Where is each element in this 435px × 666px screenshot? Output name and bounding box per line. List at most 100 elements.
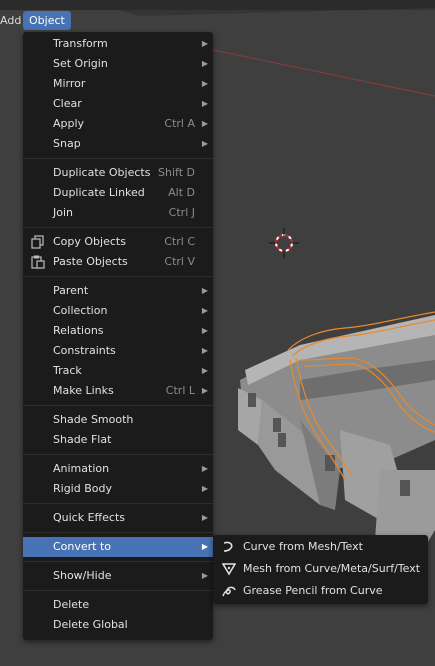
submenu-arrow-icon: ▶ <box>201 99 208 108</box>
menu-item-label: Snap <box>53 137 81 150</box>
3d-cursor-icon <box>269 228 299 258</box>
submenu-arrow-icon: ▶ <box>201 542 208 551</box>
menu-item-label: Quick Effects <box>53 511 125 524</box>
menu-item-label: Mirror <box>53 77 86 90</box>
menu-item-label: Relations <box>53 324 104 337</box>
curve-icon <box>222 540 236 554</box>
mesh-triangle-icon <box>221 562 237 576</box>
menu-item-label: Shade Flat <box>53 433 112 446</box>
submenu-arrow-icon: ▶ <box>201 59 208 68</box>
menu-item-shortcut: Shift D <box>158 166 195 179</box>
menu-item-label: Track <box>53 364 82 377</box>
menu-item-shortcut: Ctrl J <box>168 206 195 219</box>
header-menubar: Add Object <box>0 11 435 31</box>
menu-separator <box>23 227 213 228</box>
menu-item-delete-global[interactable]: Delete Global <box>23 615 213 635</box>
menu-item-mirror[interactable]: Mirror ▶ <box>23 74 213 94</box>
submenu-arrow-icon: ▶ <box>201 571 208 580</box>
menu-item-label: Duplicate Objects <box>53 166 151 179</box>
submenu-item-label: Mesh from Curve/Meta/Surf/Text <box>243 562 421 575</box>
menu-object[interactable]: Object <box>23 11 71 30</box>
menu-item-apply[interactable]: Apply Ctrl A ▶ <box>23 114 213 134</box>
object-menu: Transform ▶ Set Origin ▶ Mirror ▶ Clear … <box>23 32 213 640</box>
submenu-arrow-icon: ▶ <box>201 39 208 48</box>
menu-item-copy-objects[interactable]: Copy Objects Ctrl C <box>23 232 213 252</box>
menu-item-label: Rigid Body <box>53 482 112 495</box>
menu-item-label: Constraints <box>53 344 116 357</box>
menu-item-transform[interactable]: Transform ▶ <box>23 34 213 54</box>
menu-item-label: Show/Hide <box>53 569 112 582</box>
menu-item-parent[interactable]: Parent ▶ <box>23 281 213 301</box>
menu-item-label: Convert to <box>53 540 112 553</box>
menu-item-label: Collection <box>53 304 108 317</box>
menu-item-label: Shade Smooth <box>53 413 134 426</box>
menu-separator <box>23 503 213 504</box>
menu-separator <box>23 532 213 533</box>
submenu-arrow-icon: ▶ <box>201 513 208 522</box>
menu-item-duplicate-objects[interactable]: Duplicate Objects Shift D <box>23 163 213 183</box>
menu-item-duplicate-linked[interactable]: Duplicate Linked Alt D <box>23 183 213 203</box>
menu-item-set-origin[interactable]: Set Origin ▶ <box>23 54 213 74</box>
menu-item-clear[interactable]: Clear ▶ <box>23 94 213 114</box>
submenu-item-label: Curve from Mesh/Text <box>243 540 363 553</box>
x-axis-line <box>212 49 435 97</box>
grease-pencil-icon <box>222 584 236 598</box>
menu-separator <box>23 158 213 159</box>
menu-item-shortcut: Alt D <box>168 186 195 199</box>
menu-item-label: Paste Objects <box>53 255 128 268</box>
mesh-object <box>238 315 435 560</box>
menu-item-shade-smooth[interactable]: Shade Smooth <box>23 410 213 430</box>
submenu-arrow-icon: ▶ <box>201 286 208 295</box>
submenu-item-mesh-from-curve[interactable]: Mesh from Curve/Meta/Surf/Text <box>213 559 428 579</box>
submenu-arrow-icon: ▶ <box>201 484 208 493</box>
submenu-arrow-icon: ▶ <box>201 79 208 88</box>
menu-item-label: Set Origin <box>53 57 108 70</box>
menu-item-shortcut: Ctrl A <box>164 117 195 130</box>
menu-item-constraints[interactable]: Constraints ▶ <box>23 341 213 361</box>
menu-item-convert-to[interactable]: Convert to ▶ <box>23 537 213 557</box>
menu-separator <box>23 561 213 562</box>
menu-item-paste-objects[interactable]: Paste Objects Ctrl V <box>23 252 213 272</box>
submenu-arrow-icon: ▶ <box>201 326 208 335</box>
submenu-item-curve-from-mesh[interactable]: Curve from Mesh/Text <box>213 537 428 557</box>
menu-item-show-hide[interactable]: Show/Hide ▶ <box>23 566 213 586</box>
menu-item-track[interactable]: Track ▶ <box>23 361 213 381</box>
menu-item-label: Duplicate Linked <box>53 186 145 199</box>
menu-item-label: Clear <box>53 97 82 110</box>
menu-item-rigid-body[interactable]: Rigid Body ▶ <box>23 479 213 499</box>
menu-item-label: Delete <box>53 598 90 611</box>
menu-item-shortcut: Ctrl C <box>164 235 195 248</box>
menu-item-label: Delete Global <box>53 618 128 631</box>
submenu-arrow-icon: ▶ <box>201 366 208 375</box>
convert-to-submenu: Curve from Mesh/Text Mesh from Curve/Met… <box>213 535 428 604</box>
submenu-arrow-icon: ▶ <box>201 119 208 128</box>
menu-item-relations[interactable]: Relations ▶ <box>23 321 213 341</box>
submenu-arrow-icon: ▶ <box>201 346 208 355</box>
submenu-item-grease-pencil-from-curve[interactable]: Grease Pencil from Curve <box>213 581 428 601</box>
menu-item-label: Join <box>53 206 74 219</box>
submenu-arrow-icon: ▶ <box>201 139 208 148</box>
menu-item-label: Animation <box>53 462 110 475</box>
menu-separator <box>23 405 213 406</box>
menu-item-snap[interactable]: Snap ▶ <box>23 134 213 154</box>
menu-item-animation[interactable]: Animation ▶ <box>23 459 213 479</box>
menu-item-shade-flat[interactable]: Shade Flat <box>23 430 213 450</box>
menu-item-label: Copy Objects <box>53 235 126 248</box>
menu-separator <box>23 276 213 277</box>
menu-item-label: Apply <box>53 117 85 130</box>
submenu-arrow-icon: ▶ <box>201 464 208 473</box>
menu-item-label: Transform <box>53 37 108 50</box>
menu-separator <box>23 590 213 591</box>
menu-item-label: Parent <box>53 284 89 297</box>
menu-item-delete[interactable]: Delete <box>23 595 213 615</box>
menu-item-shortcut: Ctrl L <box>165 384 195 397</box>
menu-separator <box>23 454 213 455</box>
menu-item-quick-effects[interactable]: Quick Effects ▶ <box>23 508 213 528</box>
submenu-arrow-icon: ▶ <box>201 386 208 395</box>
menu-item-collection[interactable]: Collection ▶ <box>23 301 213 321</box>
paste-icon <box>30 255 46 269</box>
copy-icon <box>30 235 46 249</box>
menu-item-make-links[interactable]: Make Links Ctrl L ▶ <box>23 381 213 401</box>
submenu-item-label: Grease Pencil from Curve <box>243 584 383 597</box>
menu-item-join[interactable]: Join Ctrl J <box>23 203 213 223</box>
